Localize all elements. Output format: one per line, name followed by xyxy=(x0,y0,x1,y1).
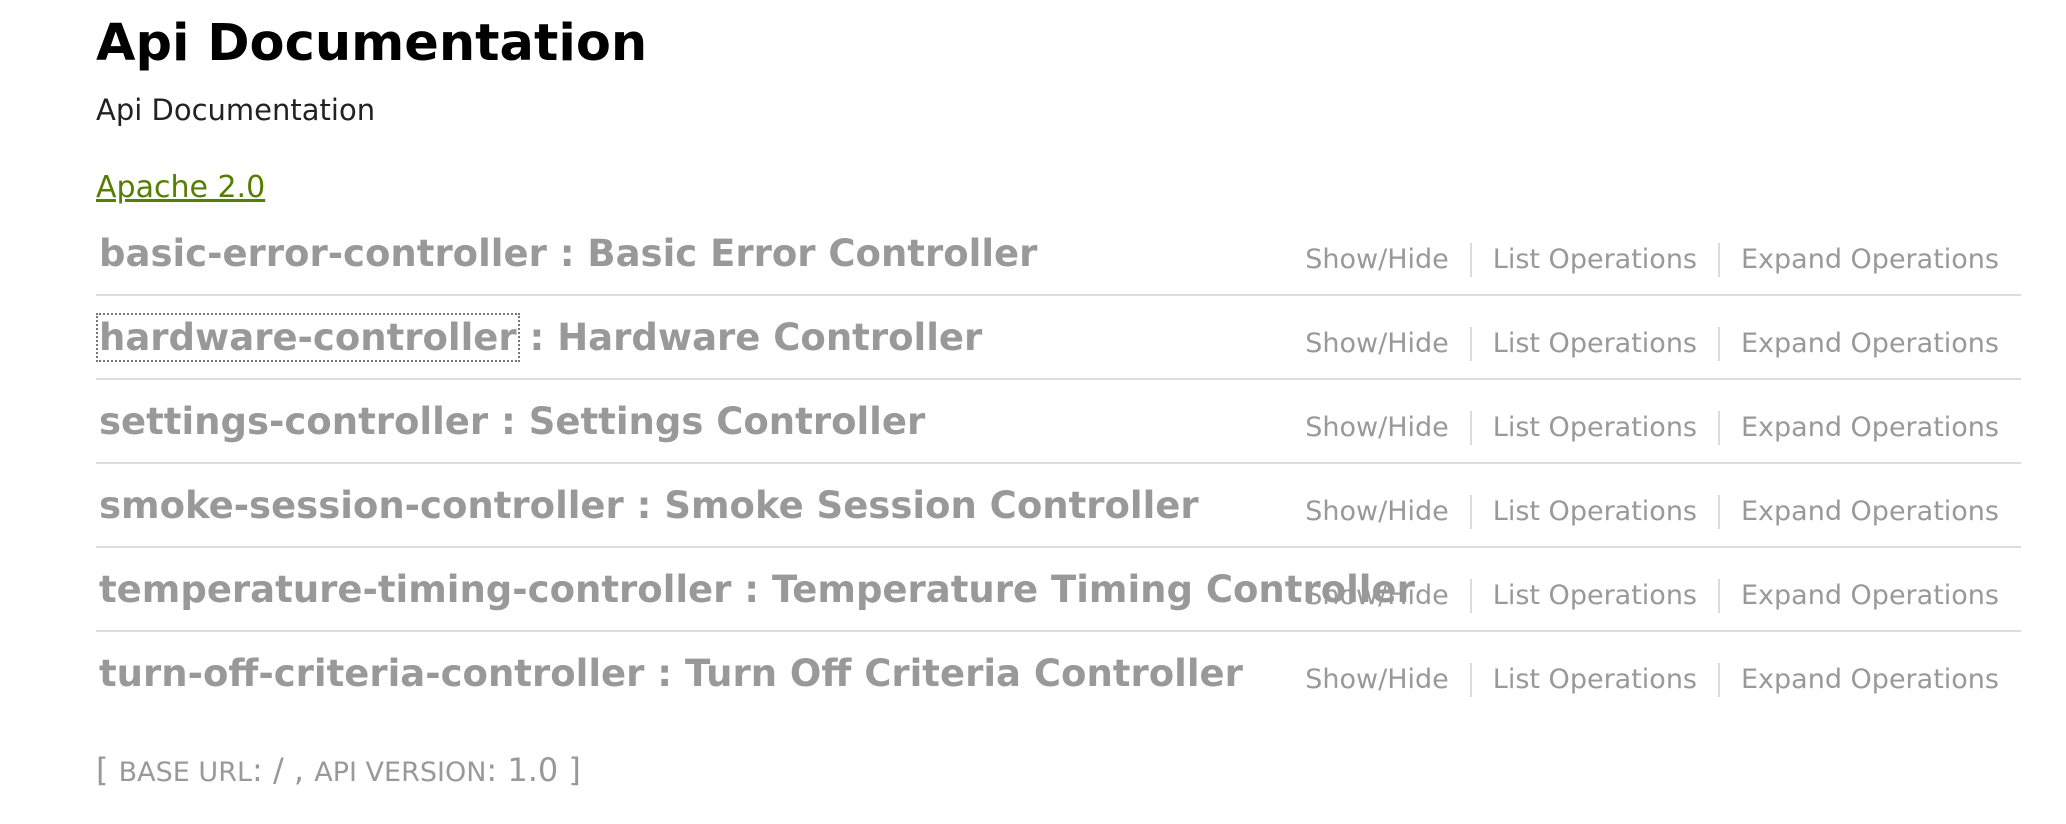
list-operations-link[interactable]: List Operations xyxy=(1472,492,1718,532)
controller-name-link[interactable]: turn-off-criteria-controller xyxy=(99,652,644,695)
heading-separator: : xyxy=(546,232,588,275)
resource-operations: Show/Hide List Operations Expand Operati… xyxy=(1284,576,1999,616)
list-operations-link[interactable]: List Operations xyxy=(1472,408,1718,448)
controller-name-link[interactable]: basic-error-controller xyxy=(99,232,547,275)
resource-heading: temperature-timing-controller : Temperat… xyxy=(99,566,1415,614)
show-hide-link[interactable]: Show/Hide xyxy=(1284,240,1470,280)
show-hide-link[interactable]: Show/Hide xyxy=(1284,324,1470,364)
heading-separator: : xyxy=(623,484,665,527)
controller-name-link[interactable]: settings-controller xyxy=(99,400,488,443)
resource-operations: Show/Hide List Operations Expand Operati… xyxy=(1284,660,1999,700)
resource-heading: turn-off-criteria-controller : Turn Off … xyxy=(99,650,1243,698)
resource-hardware-controller: hardware-controller : Hardware Controlle… xyxy=(96,296,2021,380)
controller-description: Basic Error Controller xyxy=(587,232,1038,275)
heading-separator: : xyxy=(644,652,685,695)
resource-list: basic-error-controller : Basic Error Con… xyxy=(96,212,2021,716)
resource-smoke-session-controller: smoke-session-controller : Smoke Session… xyxy=(96,464,2021,548)
expand-operations-link[interactable]: Expand Operations xyxy=(1720,408,1999,448)
list-operations-link[interactable]: List Operations xyxy=(1472,660,1718,700)
base-url-label: BASE URL xyxy=(118,757,252,788)
controller-name-link[interactable]: smoke-session-controller xyxy=(99,484,624,527)
resource-operations: Show/Hide List Operations Expand Operati… xyxy=(1284,324,1999,364)
footer-close-bracket: ] xyxy=(558,751,581,789)
heading-separator: : xyxy=(516,316,558,359)
base-url-value: : / , xyxy=(252,751,315,789)
api-version-colon: : xyxy=(486,751,508,789)
show-hide-link[interactable]: Show/Hide xyxy=(1284,660,1470,700)
list-operations-link[interactable]: List Operations xyxy=(1472,576,1718,616)
resource-operations: Show/Hide List Operations Expand Operati… xyxy=(1284,492,1999,532)
license-link[interactable]: Apache 2.0 xyxy=(96,168,265,208)
heading-separator: : xyxy=(731,568,772,611)
api-description: Api Documentation xyxy=(96,93,376,127)
show-hide-link[interactable]: Show/Hide xyxy=(1284,492,1470,532)
api-version-value: 1.0 xyxy=(507,751,559,789)
controller-name-link[interactable]: hardware-controller xyxy=(96,313,520,362)
swagger-page: Api Documentation Api Documentation Apac… xyxy=(0,0,2066,824)
expand-operations-link[interactable]: Expand Operations xyxy=(1720,324,1999,364)
resource-heading: hardware-controller : Hardware Controlle… xyxy=(96,313,983,362)
controller-description: Settings Controller xyxy=(528,400,926,443)
resource-heading: smoke-session-controller : Smoke Session… xyxy=(99,482,1199,530)
list-operations-link[interactable]: List Operations xyxy=(1472,324,1718,364)
resource-settings-controller: settings-controller : Settings Controlle… xyxy=(96,380,2021,464)
page-title: Api Documentation xyxy=(96,14,648,73)
controller-name-link[interactable]: temperature-timing-controller xyxy=(99,568,731,611)
show-hide-link[interactable]: Show/Hide xyxy=(1284,408,1470,448)
expand-operations-link[interactable]: Expand Operations xyxy=(1720,576,1999,616)
controller-description: Smoke Session Controller xyxy=(664,484,1199,527)
controller-description: Turn Off Criteria Controller xyxy=(684,652,1243,695)
api-version-label: API VERSION xyxy=(314,757,487,788)
resource-turn-off-criteria-controller: turn-off-criteria-controller : Turn Off … xyxy=(96,632,2021,716)
expand-operations-link[interactable]: Expand Operations xyxy=(1720,660,1999,700)
resource-heading: basic-error-controller : Basic Error Con… xyxy=(99,230,1037,278)
expand-operations-link[interactable]: Expand Operations xyxy=(1720,240,1999,280)
list-operations-link[interactable]: List Operations xyxy=(1472,240,1718,280)
resource-temperature-timing-controller: temperature-timing-controller : Temperat… xyxy=(96,548,2021,632)
resource-operations: Show/Hide List Operations Expand Operati… xyxy=(1284,408,1999,448)
expand-operations-link[interactable]: Expand Operations xyxy=(1720,492,1999,532)
show-hide-link[interactable]: Show/Hide xyxy=(1284,576,1470,616)
resource-basic-error-controller: basic-error-controller : Basic Error Con… xyxy=(96,212,2021,296)
resource-heading: settings-controller : Settings Controlle… xyxy=(99,398,925,446)
controller-description: Hardware Controller xyxy=(557,316,983,359)
base-url-footer: [ BASE URL: / , API VERSION: 1.0 ] xyxy=(96,750,581,793)
resource-operations: Show/Hide List Operations Expand Operati… xyxy=(1284,240,1999,280)
footer-open-bracket: [ xyxy=(96,751,119,789)
heading-separator: : xyxy=(488,400,529,443)
